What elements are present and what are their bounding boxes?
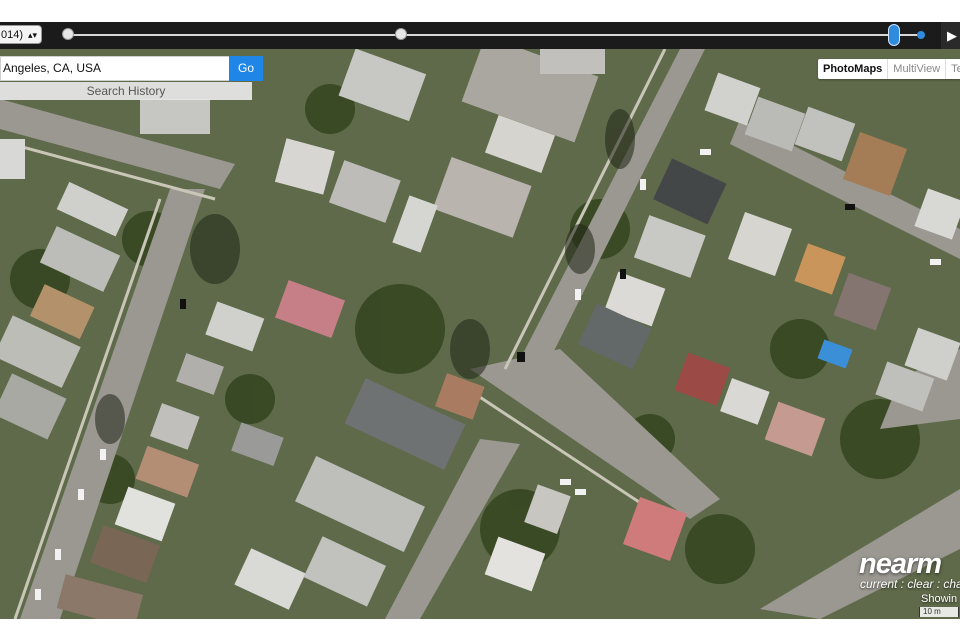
timeline-stop-dot[interactable] — [62, 28, 74, 40]
tab-terrain[interactable]: Terr — [945, 59, 960, 79]
date-select-value: 014) — [1, 29, 24, 41]
search-history-button[interactable]: Search History — [0, 82, 252, 100]
showing-label: Showin — [921, 593, 958, 605]
go-button[interactable]: Go — [229, 56, 263, 81]
timeline-end-dot[interactable] — [917, 31, 925, 39]
updown-arrows-icon: ▴▾ — [27, 30, 37, 40]
bottom-margin — [0, 619, 960, 640]
play-button[interactable]: ▶ — [941, 22, 960, 49]
map-view-tabs: PhotoMaps MultiView Terr — [818, 59, 960, 79]
timeline-slider-track[interactable] — [66, 34, 922, 36]
timeline-slider-thumb[interactable] — [888, 24, 900, 46]
aerial-map[interactable] — [0, 49, 960, 619]
timeline-toolbar: 014) ▴▾ ▶ — [0, 22, 960, 49]
aerial-imagery — [0, 49, 960, 619]
date-select[interactable]: 014) ▴▾ — [0, 25, 42, 44]
timeline-stop-dot[interactable] — [395, 28, 407, 40]
tab-photomaps[interactable]: PhotoMaps — [818, 59, 887, 79]
brand-tagline: current : clear : char — [860, 577, 960, 591]
tab-multiview[interactable]: MultiView — [887, 59, 945, 79]
map-scale-bar: 10 m — [919, 607, 959, 617]
top-margin — [0, 0, 960, 22]
search-input[interactable]: Angeles, CA, USA — [0, 56, 230, 81]
